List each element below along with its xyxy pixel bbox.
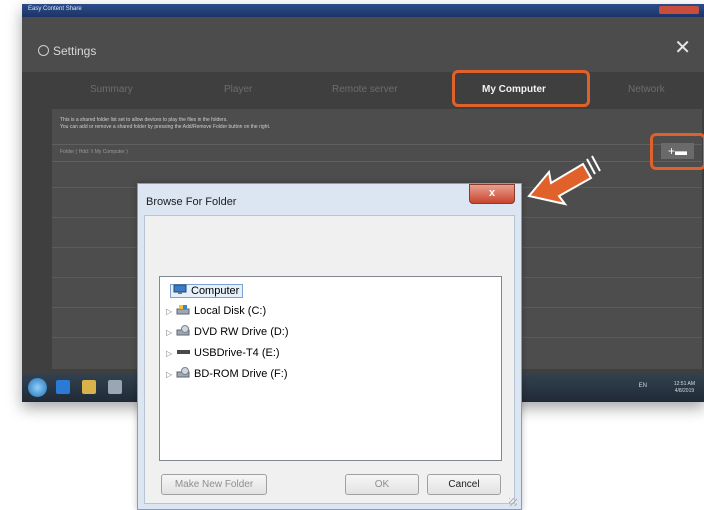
bd-drive-icon: [176, 367, 190, 378]
settings-title-label: Settings: [53, 44, 97, 58]
tree-item-label: USBDrive-T4 (E:): [194, 347, 280, 359]
expand-arrow-icon[interactable]: ▷: [166, 328, 172, 337]
add-folder-button[interactable]: +▬: [650, 133, 704, 170]
browser-icon[interactable]: [56, 380, 70, 394]
taskbar-clock[interactable]: 12:51 AM 4/8/2019: [674, 381, 695, 395]
usb-drive-icon: [177, 350, 190, 354]
folder-tree[interactable]: Computer ▷ Local Disk (C:) ▷ DVD RW Driv…: [159, 276, 502, 461]
gear-icon: [38, 45, 49, 56]
info-line-2: You can add or remove a shared folder by…: [60, 124, 271, 130]
window-titlebar: Easy Content Share: [22, 4, 704, 17]
start-button-icon[interactable]: [28, 378, 47, 397]
ok-button[interactable]: OK: [345, 474, 419, 495]
local-disk-icon: [176, 305, 190, 315]
close-settings-icon[interactable]: ✕: [674, 38, 691, 58]
window-title: Easy Content Share: [28, 6, 82, 12]
expand-arrow-icon[interactable]: ▷: [166, 307, 172, 316]
resize-grip[interactable]: [509, 498, 517, 506]
dvd-drive-icon: [176, 325, 190, 336]
expand-arrow-icon[interactable]: ▷: [166, 370, 172, 379]
callout-arrow-icon: [527, 155, 601, 206]
tab-player[interactable]: Player: [224, 84, 252, 95]
cancel-button[interactable]: Cancel: [427, 474, 501, 495]
info-line-1: This is a shared folder list set to allo…: [60, 117, 228, 123]
computer-icon: [173, 284, 187, 294]
clock-date: 4/8/2019: [674, 388, 695, 394]
expand-arrow-icon[interactable]: ▷: [166, 349, 172, 358]
tree-item-computer[interactable]: Computer: [170, 283, 244, 299]
tab-network[interactable]: Network: [628, 84, 665, 95]
tab-bar: Summary Player Remote server My Computer…: [42, 70, 702, 107]
tab-highlight: [452, 70, 590, 107]
add-folder-icon: +▬: [661, 143, 694, 159]
browse-folder-dialog: Browse For Folder x Computer ▷ Local Dis…: [137, 183, 522, 510]
tab-remote-server[interactable]: Remote server: [332, 84, 398, 95]
clock-time: 12:51 AM: [673, 381, 695, 387]
tab-summary[interactable]: Summary: [90, 84, 133, 95]
tree-item-local-disk[interactable]: Local Disk (C:): [176, 303, 266, 319]
tree-item-label: Local Disk (C:): [194, 305, 267, 317]
dialog-close-button[interactable]: x: [469, 184, 515, 204]
dialog-title: Browse For Folder: [146, 196, 237, 208]
tree-item-usb-drive[interactable]: USBDrive-T4 (E:): [176, 345, 280, 361]
tree-item-label: Computer: [191, 285, 240, 297]
folder-path: Folder ( Hdd: \\ My Computer ): [60, 149, 128, 155]
tree-item-bd-drive[interactable]: BD-ROM Drive (F:): [176, 366, 288, 382]
tree-item-label: BD-ROM Drive (F:): [194, 368, 288, 380]
media-icon[interactable]: [108, 380, 122, 394]
make-new-folder-button[interactable]: Make New Folder: [161, 474, 267, 495]
explorer-icon[interactable]: [82, 380, 96, 394]
panel-description: This is a shared folder list set to allo…: [60, 117, 270, 131]
tree-item-label: DVD RW Drive (D:): [194, 326, 289, 338]
settings-title: Settings: [38, 44, 96, 58]
tree-item-dvd-drive[interactable]: DVD RW Drive (D:): [176, 324, 289, 340]
settings-header: [22, 17, 704, 72]
dialog-body: Computer ▷ Local Disk (C:) ▷ DVD RW Driv…: [144, 215, 515, 504]
window-controls[interactable]: [659, 6, 699, 14]
tray-language[interactable]: EN: [639, 383, 647, 389]
